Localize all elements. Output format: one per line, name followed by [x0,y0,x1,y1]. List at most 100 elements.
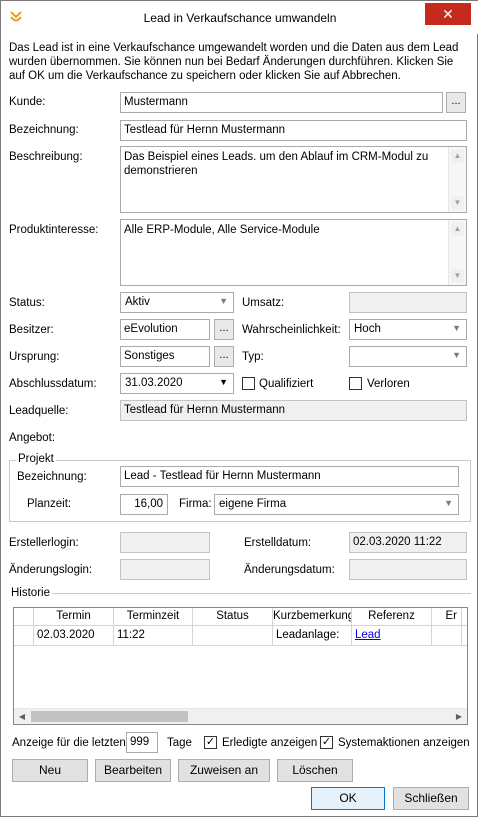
kunde-label: Kunde: [9,96,46,108]
chevron-down-icon: ▼ [444,498,453,508]
column-header-termin[interactable]: Termin [34,608,114,625]
ursprung-input[interactable]: Sonstiges [120,346,210,367]
cell-status [193,626,273,645]
column-header-referenz[interactable]: Referenz [352,608,432,625]
dialog-window: Lead in Verkaufschance umwandeln ✕ Das L… [0,0,478,817]
row-selector-header [14,608,34,625]
aenderungslogin-input[interactable] [120,559,210,580]
beschreibung-scrollbar[interactable]: ▲ ▼ [448,147,466,212]
erledigte-checkbox[interactable]: ✓ [204,736,217,749]
abschlussdatum-label: Abschlussdatum: [9,378,97,390]
scroll-up-icon[interactable]: ▲ [451,149,464,163]
chevron-down-icon: ▼ [219,296,228,306]
planzeit-input[interactable]: 16,00 [120,494,168,515]
abschlussdatum-value: 31.03.2020 [125,377,183,389]
erledigte-label: Erledigte anzeigen [222,737,318,749]
chevron-down-icon: ▼ [219,377,228,387]
table-header: Termin Terminzeit Status Kurzbemerkung R… [14,608,467,626]
row-selector[interactable] [14,626,34,645]
wahrscheinlichkeit-label: Wahrscheinlichkeit: [242,324,341,336]
produktinteresse-text: Alle ERP-Module, Alle Service-Module [124,224,320,236]
ok-button[interactable]: OK [311,787,385,810]
column-header-kurzbemerkung[interactable]: Kurzbemerkung [273,608,352,625]
chevron-down-icon: ▼ [452,323,461,333]
umsatz-label: Umsatz: [242,297,285,309]
bezeichnung-input[interactable]: Testlead für Hernn Mustermann [120,120,467,141]
erstellerlogin-label: Erstellerlogin: [9,537,79,549]
verloren-checkbox[interactable] [349,377,362,390]
besitzer-label: Besitzer: [9,324,54,336]
besitzer-lookup-button[interactable]: ... [214,319,234,340]
erstellerlogin-input[interactable] [120,532,210,553]
typ-label: Typ: [242,351,264,363]
erstelldatum-input[interactable]: 02.03.2020 11:22 [349,532,467,553]
cell-kurzbemerkung: Leadanlage: [273,626,352,645]
wahrscheinlichkeit-select[interactable]: Hoch ▼ [349,319,467,340]
window-title: Lead in Verkaufschance umwandeln [143,11,337,25]
firma-select[interactable]: eigene Firma ▼ [214,494,459,515]
scroll-down-icon[interactable]: ▼ [451,269,464,283]
projekt-group-title: Projekt [16,453,56,465]
cell-termin: 02.03.2020 [34,626,114,645]
referenz-link[interactable]: Lead [355,629,381,641]
angebot-label: Angebot: [9,432,56,444]
produktinteresse-scrollbar[interactable]: ▲ ▼ [448,220,466,285]
bearbeiten-button[interactable]: Bearbeiten [95,759,171,782]
cell-terminzeit: 11:22 [114,626,193,645]
status-label: Status: [9,297,45,309]
erstelldatum-label: Erstelldatum: [244,537,312,549]
systemaktionen-checkbox[interactable]: ✓ [320,736,333,749]
produktinteresse-label: Produktinteresse: [9,224,99,236]
loeschen-button[interactable]: Löschen [277,759,353,782]
qualifiziert-label: Qualifiziert [259,378,314,390]
title-bar: Lead in Verkaufschance umwandeln ✕ [1,1,478,34]
aenderungsdatum-label: Änderungsdatum: [244,564,335,576]
historie-horizontal-scrollbar[interactable]: ◀ ▶ [14,708,467,724]
systemaktionen-label: Systemaktionen anzeigen [338,737,470,749]
firma-label: Firma: [179,498,212,510]
anzeige-prefix-label: Anzeige für die letzten [12,737,126,749]
abschlussdatum-datepicker[interactable]: 31.03.2020 ▼ [120,373,234,394]
scroll-down-icon[interactable]: ▼ [451,196,464,210]
zuweisen-button[interactable]: Zuweisen an [178,759,270,782]
column-header-terminzeit[interactable]: Terminzeit [114,608,193,625]
cell-er [432,626,462,645]
tage-input[interactable]: 999 [126,732,158,753]
produktinteresse-textarea[interactable]: Alle ERP-Module, Alle Service-Module ▲ ▼ [120,219,467,286]
besitzer-input[interactable]: eEvolution [120,319,210,340]
beschreibung-textarea[interactable]: Das Beispiel eines Leads. um den Ablauf … [120,146,467,213]
scroll-right-icon[interactable]: ▶ [452,710,466,724]
table-row[interactable]: 02.03.2020 11:22 Leadanlage: Lead [14,626,467,646]
firma-value: eigene Firma [219,498,287,510]
typ-select[interactable]: ▼ [349,346,467,367]
scroll-up-icon[interactable]: ▲ [451,222,464,236]
scroll-left-icon[interactable]: ◀ [15,710,29,724]
schliessen-button[interactable]: Schließen [393,787,469,810]
beschreibung-text: Das Beispiel eines Leads. um den Ablauf … [124,151,429,177]
umsatz-input[interactable] [349,292,467,313]
kunde-input[interactable]: Mustermann [120,92,443,113]
neu-button[interactable]: Neu [12,759,88,782]
close-button[interactable]: ✕ [425,3,471,25]
cell-referenz: Lead [352,626,432,645]
column-header-er[interactable]: Er [432,608,462,625]
ursprung-label: Ursprung: [9,351,60,363]
historie-table[interactable]: Termin Terminzeit Status Kurzbemerkung R… [13,607,468,725]
planzeit-label: Planzeit: [27,498,72,510]
qualifiziert-checkbox[interactable] [242,377,255,390]
chevron-down-icon: ▼ [452,350,461,360]
intro-text: Das Lead ist in eine Verkaufschance umge… [9,42,459,82]
kunde-lookup-button[interactable]: ... [446,92,466,113]
tage-label: Tage [167,737,192,749]
projekt-bezeichnung-label: Bezeichnung: [17,471,87,483]
bezeichnung-label: Bezeichnung: [9,124,79,136]
aenderungsdatum-input[interactable] [349,559,467,580]
scrollbar-thumb[interactable] [31,711,188,722]
verloren-label: Verloren [367,378,410,390]
column-header-status[interactable]: Status [193,608,273,625]
leadquelle-label: Leadquelle: [9,405,69,417]
leadquelle-input[interactable]: Testlead für Hernn Mustermann [120,400,467,421]
projekt-bezeichnung-input[interactable]: Lead - Testlead für Hernn Mustermann [120,466,459,487]
ursprung-lookup-button[interactable]: ... [214,346,234,367]
status-select[interactable]: Aktiv ▼ [120,292,234,313]
